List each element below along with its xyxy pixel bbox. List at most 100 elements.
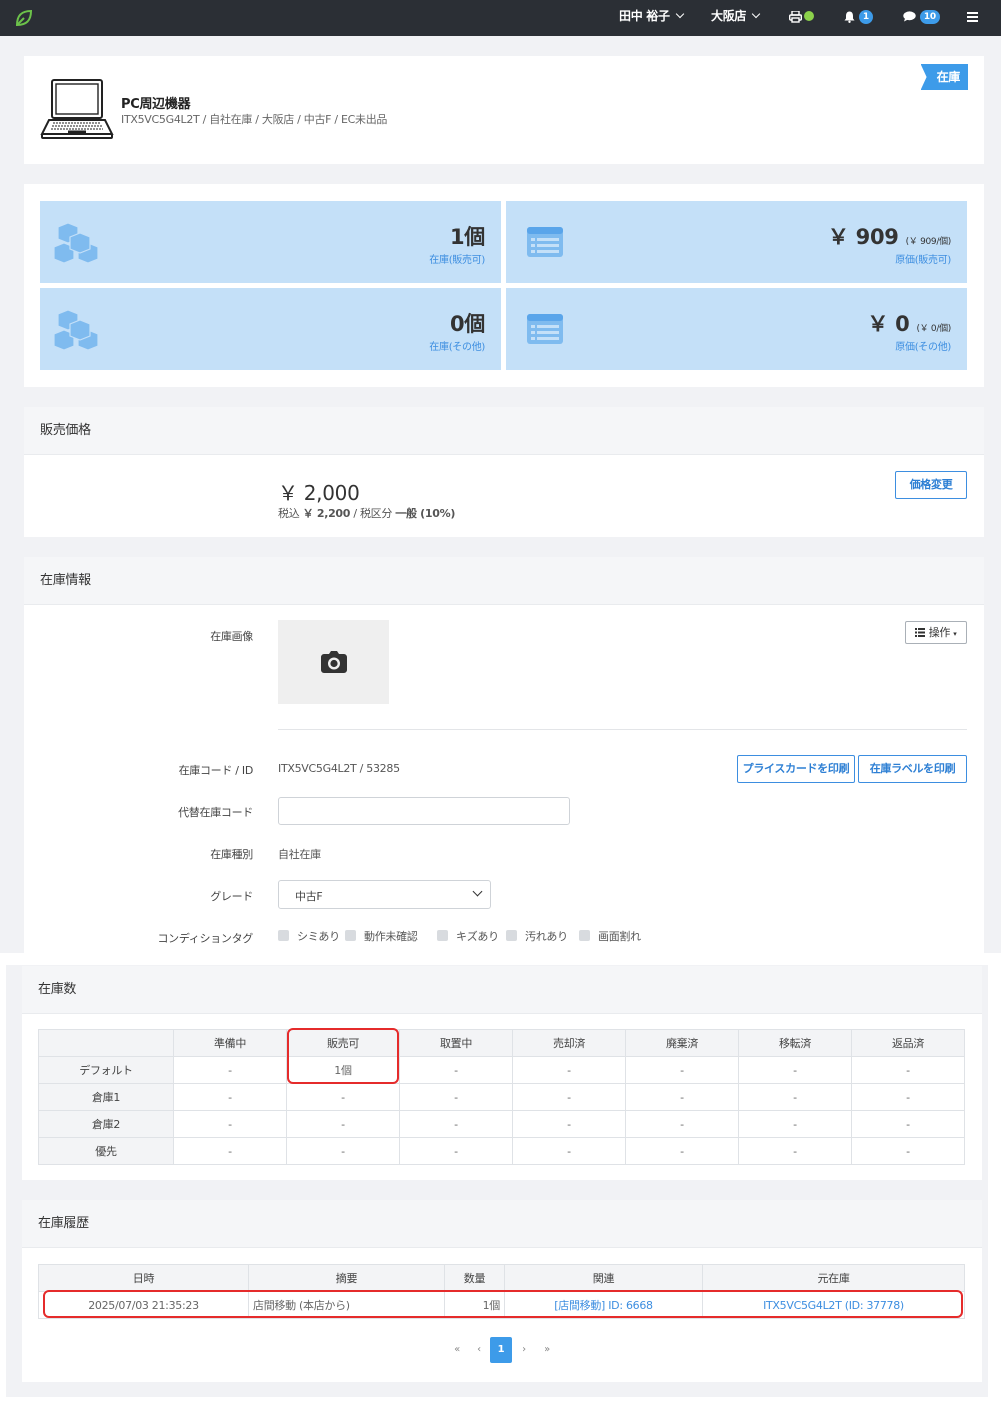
caret-down-icon: ▾ <box>953 630 957 638</box>
table-cell: - <box>399 1056 513 1084</box>
table-corner <box>38 1029 174 1057</box>
stat-value: ￥ 909 (￥ 909/個) <box>828 221 951 251</box>
column-header: 返品済 <box>851 1029 965 1057</box>
stat-cost-other: ￥ 0 (￥ 0/個) 原価(その他) <box>506 288 967 370</box>
section-title: 販売価格 <box>24 407 984 455</box>
column-header: 売却済 <box>512 1029 626 1057</box>
laptop-icon <box>40 79 114 139</box>
bell-icon <box>844 11 855 23</box>
store-menu[interactable]: 大阪店 <box>711 0 761 36</box>
product-name: PC周辺機器 <box>121 97 191 112</box>
notifications-button[interactable]: 1 <box>844 0 873 36</box>
print-price-card-button[interactable]: プライスカードを印刷 <box>737 755 855 783</box>
divider <box>278 729 967 730</box>
condition-tag-checkbox[interactable]: 動作未確認 <box>345 928 418 944</box>
stat-amount: ￥ 909 <box>827 225 899 249</box>
table-cell: - <box>173 1083 287 1111</box>
grade-select[interactable]: 中古F <box>278 880 491 909</box>
pagination-first[interactable]: « <box>446 1337 468 1363</box>
stats-panel: 1個 在庫(販売可) ￥ 909 (￥ 909/個) 原価(販売可) 0個 在庫… <box>24 184 984 387</box>
printer-status[interactable] <box>788 0 814 36</box>
pagination-prev[interactable]: ‹ <box>468 1337 490 1363</box>
tag-label: 動作未確認 <box>364 930 418 943</box>
page-seam-bottom <box>0 1397 1001 1403</box>
image-upload-placeholder[interactable] <box>278 620 389 704</box>
table-cell: - <box>625 1137 739 1165</box>
table-cell: - <box>286 1137 400 1165</box>
table-row: 優先 - - - - - - - <box>38 1137 965 1165</box>
user-menu[interactable]: 田中 裕子 <box>619 0 684 36</box>
column-header: 数量 <box>444 1264 505 1292</box>
pagination-current-page[interactable]: 1 <box>490 1337 512 1363</box>
stat-stock-other: 0個 在庫(その他) <box>40 288 501 370</box>
table-cell: - <box>625 1110 739 1138</box>
row-header: 倉庫2 <box>38 1110 174 1138</box>
page-seam <box>0 953 1001 965</box>
image-label: 在庫画像 <box>210 630 253 643</box>
camera-icon <box>321 651 347 673</box>
tag-label: シミあり <box>297 930 340 943</box>
condition-tags-label: コンディションタグ <box>157 932 253 945</box>
list-card-icon <box>527 227 563 257</box>
table-cell: - <box>173 1110 287 1138</box>
table-cell: - <box>399 1137 513 1165</box>
chevron-down-icon <box>675 9 684 19</box>
message-count-badge: 10 <box>919 10 940 24</box>
top-navbar: 田中 裕子 大阪店 1 10 <box>0 0 1001 36</box>
stat-label[interactable]: 在庫(販売可) <box>429 251 485 266</box>
operations-dropdown-button[interactable]: 操作 ▾ <box>905 621 967 644</box>
table-cell: - <box>399 1083 513 1111</box>
printer-online-indicator <box>804 11 814 21</box>
condition-tag-checkbox[interactable]: 汚れあり <box>506 928 568 944</box>
change-price-button[interactable]: 価格変更 <box>895 471 967 499</box>
hamburger-icon <box>967 11 978 22</box>
chevron-down-icon <box>472 886 483 897</box>
table-cell: - <box>286 1110 400 1138</box>
alt-code-input[interactable] <box>278 797 570 825</box>
table-cell: - <box>738 1110 852 1138</box>
table-cell: - <box>738 1056 852 1084</box>
column-header: 取置中 <box>399 1029 513 1057</box>
table-cell: - <box>512 1056 626 1084</box>
page-seam-right <box>988 953 1001 1403</box>
stat-label[interactable]: 原価(販売可) <box>895 251 951 266</box>
stock-type-label: 在庫種別 <box>210 848 253 861</box>
highlight-box <box>43 1290 963 1318</box>
stock-code-value: ITX5VC5G4L2T / 53285 <box>278 762 400 775</box>
checkbox-icon <box>278 930 289 941</box>
table-cell: - <box>738 1083 852 1111</box>
highlight-box <box>287 1028 399 1084</box>
store-name: 大阪店 <box>711 9 747 23</box>
grade-label: グレード <box>210 890 253 903</box>
pagination-next[interactable]: › <box>513 1337 535 1363</box>
tax-suffix: / 税区分 <box>353 507 393 520</box>
user-name: 田中 裕子 <box>619 9 670 23</box>
table-cell: - <box>738 1137 852 1165</box>
condition-tag-checkbox[interactable]: キズあり <box>437 928 499 944</box>
status-ribbon: 在庫 <box>920 64 968 90</box>
stat-amount: ￥ 0 <box>867 312 910 336</box>
table-row: 倉庫1 - - - - - - - <box>38 1083 965 1111</box>
stat-label[interactable]: 在庫(その他) <box>429 338 485 353</box>
messages-button[interactable]: 10 <box>903 0 940 36</box>
condition-tag-checkbox[interactable]: シミあり <box>278 928 340 944</box>
condition-tag-checkbox[interactable]: 画面割れ <box>579 928 641 944</box>
table-row: デフォルト - 1個 - - - - - <box>38 1056 965 1084</box>
table-row: 倉庫2 - - - - - - - <box>38 1110 965 1138</box>
stat-cost-sellable: ￥ 909 (￥ 909/個) 原価(販売可) <box>506 201 967 283</box>
table-cell: - <box>399 1110 513 1138</box>
column-header: 関連 <box>504 1264 703 1292</box>
stock-type-value: 自社在庫 <box>278 848 321 861</box>
leaf-logo-icon[interactable] <box>12 6 36 30</box>
hamburger-menu-button[interactable] <box>967 0 978 36</box>
table-cell: - <box>173 1137 287 1165</box>
stock-count-table: 準備中 販売可 取置中 売却済 廃棄済 移転済 返品済 デフォルト - 1個 -… <box>38 1029 965 1165</box>
stat-label[interactable]: 原価(その他) <box>895 338 951 353</box>
stat-per-unit: (￥ 0/個) <box>916 324 951 334</box>
print-stock-label-button[interactable]: 在庫ラベルを印刷 <box>858 755 967 783</box>
pagination-last[interactable]: » <box>536 1337 558 1363</box>
tag-label: 汚れあり <box>525 930 568 943</box>
table-cell: - <box>173 1056 287 1084</box>
tax-amount: ￥ 2,200 <box>302 507 351 520</box>
table-cell: - <box>851 1056 965 1084</box>
